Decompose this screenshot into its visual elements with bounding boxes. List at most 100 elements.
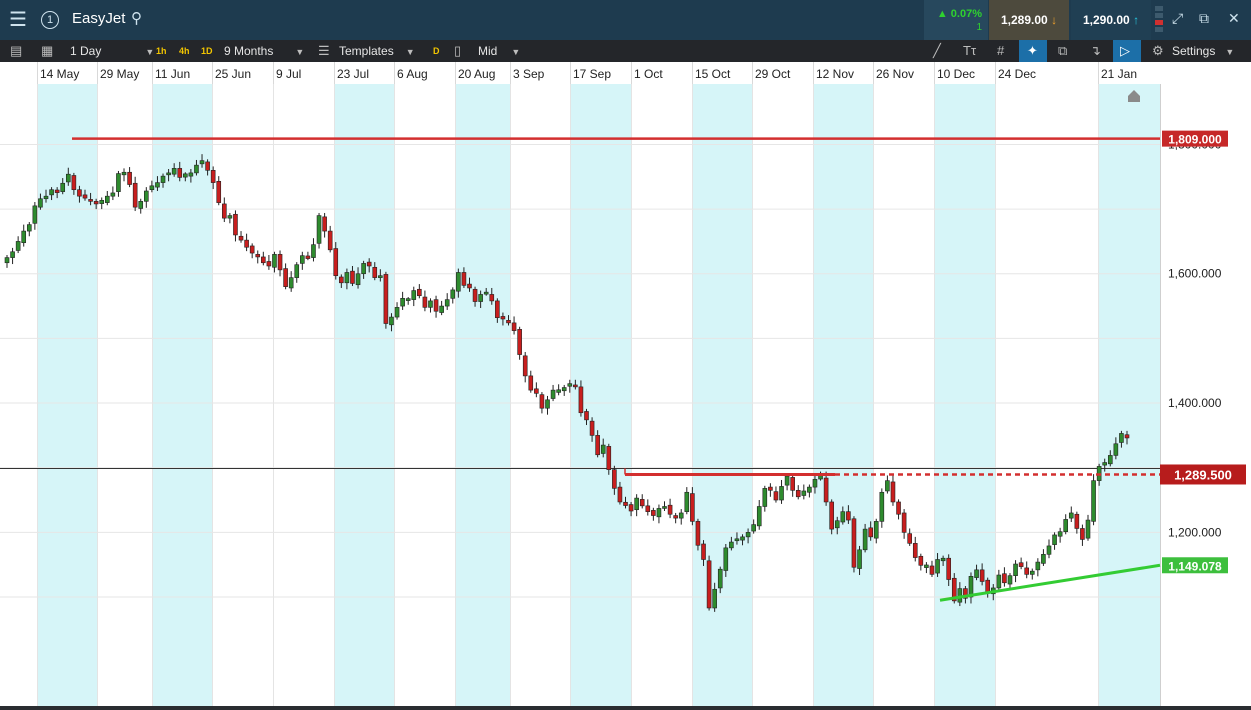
candle-body [339,276,344,284]
text-size-icon[interactable]: Tτ [963,40,976,62]
candle-body [996,574,1002,589]
candle-body [606,446,612,470]
date-divider [97,62,98,84]
interval-4h[interactable]: 4h [177,44,192,58]
date-divider [752,62,753,84]
copy-icon[interactable]: ⧉ [1058,40,1067,62]
candle-body [734,538,740,542]
settings-gear-icon[interactable]: ⚙ [1152,40,1164,62]
candle-body [812,479,818,488]
date-divider [631,62,632,84]
expand-icon[interactable]: ⤢ [1172,10,1183,27]
magnet-icon[interactable]: ↴ [1090,40,1101,62]
candle-body [1080,528,1085,540]
popout-icon[interactable]: ⧉ [1199,10,1209,27]
interval-1d[interactable]: 1D [199,44,215,58]
candle-body [717,568,723,589]
period-select[interactable]: 9 Months ▼ [224,40,304,62]
candle-body [199,160,205,165]
candle-body [322,216,327,232]
candle-body [238,235,244,241]
candle-body [1041,554,1046,564]
candle-body [327,230,333,251]
candle-body [729,541,734,549]
candle-body [1091,480,1096,522]
candle-body [495,300,500,319]
candle-body [656,508,662,518]
candle-body [907,533,912,544]
candle-body [456,272,461,292]
label-icon[interactable]: ▷ [1120,40,1130,62]
current-price-label: 1,289.500 [1174,467,1232,482]
candle-body [868,527,873,538]
candle-body [149,185,155,191]
candle-body [43,195,49,200]
settings-button[interactable]: Settings ▼ [1172,40,1234,62]
candle-body [255,254,261,258]
candle-body [1085,519,1091,539]
candle-body [144,190,149,202]
date-band [1098,84,1160,706]
candle-body [918,555,924,566]
candle-body [784,475,790,486]
candle-body [110,192,116,197]
interval-1h[interactable]: 1h [154,44,169,58]
candle-body [417,288,422,297]
price-chart[interactable]: 1,800.0001,600.0001,400.0001,200.0001,80… [0,84,1251,710]
candle-body [88,199,93,202]
candle-body [545,399,550,409]
candle-body [132,182,138,208]
layout-icon[interactable]: ▦ [41,40,53,62]
date-tick-label: 23 Jul [337,67,370,81]
crosshair-icon[interactable]: ✦ [1027,40,1038,62]
candle-body [712,588,717,609]
candle-body [912,543,918,558]
candle-body [394,307,400,318]
list-icon[interactable]: ▤ [10,40,22,62]
candle-body [71,175,77,191]
date-tick-label: 29 May [100,67,140,81]
grid-icon[interactable]: # [997,40,1004,62]
date-divider [334,62,335,84]
candle-body [65,173,71,183]
candle-body [1013,563,1018,576]
price-type-select[interactable]: Mid ▼ [478,40,520,62]
candle-body [639,499,645,507]
candle-body [762,488,768,507]
candle-body [773,491,779,501]
candle-body [801,490,807,496]
d-badge[interactable]: D [431,44,442,58]
support-line-label: 1,149.078 [1168,559,1222,573]
sell-button[interactable]: 1,289.00 ↓ [989,0,1069,40]
candle-body [1074,513,1080,529]
candle-body [612,469,617,489]
candle-body [539,394,545,409]
date-divider [995,62,996,84]
candle-body [205,161,210,171]
close-icon[interactable]: ✕ [1228,10,1240,27]
interval-select[interactable]: 1 Day ▼ [70,40,154,62]
search-icon[interactable]: ⚲ [131,9,142,27]
date-tick-label: 29 Oct [755,67,791,81]
candle-body [249,245,255,254]
chevron-down-icon: ▼ [145,47,155,57]
candle-body [506,319,511,324]
candle-body [567,383,573,387]
hamburger-icon[interactable]: ☰ [0,0,36,40]
chevron-down-icon: ▼ [405,47,415,57]
up-arrow-icon: ↑ [1133,13,1140,27]
candle-body [15,241,21,251]
candle-body [121,171,127,176]
templates-select[interactable]: Templates ▼ [339,40,415,62]
info-badge[interactable]: 1 [41,11,59,29]
candle-body [896,501,901,515]
candle-body [177,168,183,178]
date-band [934,84,995,706]
candle-body [378,275,383,278]
buy-button[interactable]: 1,290.00 ↑ [1071,0,1151,40]
candle-body [701,543,706,560]
draw-line-icon[interactable]: ╱ [933,40,941,62]
candle-body [946,557,951,580]
candle-body [940,557,946,562]
candle-body [138,201,144,209]
